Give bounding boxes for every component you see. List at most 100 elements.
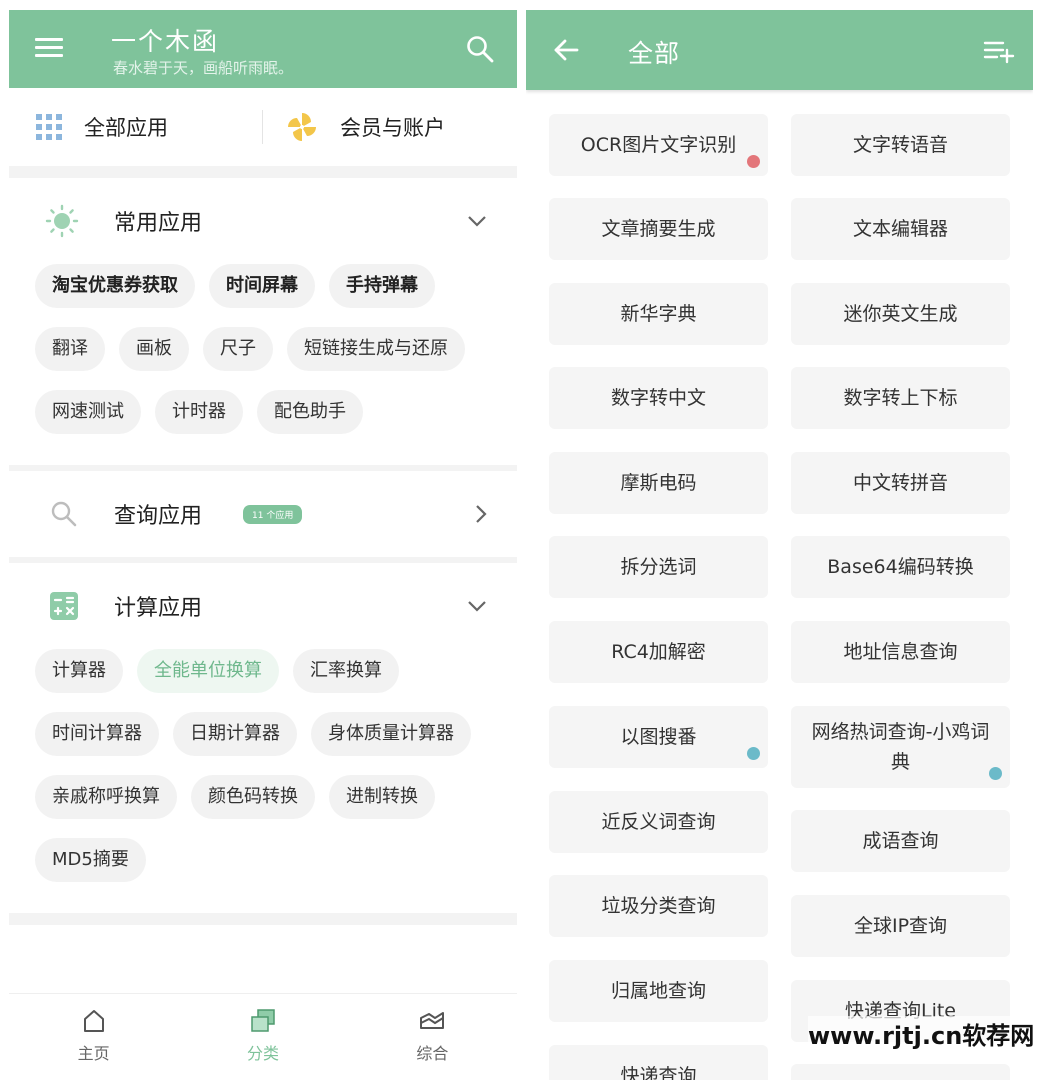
tag-relative-title[interactable]: 亲戚称呼换算 <box>35 775 177 819</box>
tag-color-code[interactable]: 颜色码转换 <box>191 775 315 819</box>
app-label: 快递查询 <box>620 1065 697 1080</box>
nav-general[interactable]: 综合 <box>348 994 517 1080</box>
app-synonyms[interactable]: 近反义词查询 <box>549 791 768 853</box>
app-ocr[interactable]: OCR图片文字识别 <box>549 114 768 176</box>
grid-icon <box>36 114 62 140</box>
section-common-header[interactable]: 常用应用 <box>9 178 517 264</box>
app-label: 归属地查询 <box>610 980 706 1002</box>
all-apps-label: 全部应用 <box>84 116 168 140</box>
all-apps-button[interactable]: 全部应用 <box>36 112 168 142</box>
app-summary[interactable]: 文章摘要生成 <box>549 198 768 260</box>
tag-calculator[interactable]: 计算器 <box>35 649 123 693</box>
tag-translate[interactable]: 翻译 <box>35 327 105 371</box>
tag-md5[interactable]: MD5摘要 <box>35 838 146 882</box>
app-hot-words[interactable]: 网络热词查询-小鸡词典 <box>791 706 1010 788</box>
app-title: 一个木函 <box>111 27 220 56</box>
app-pinyin[interactable]: 中文转拼音 <box>791 452 1010 514</box>
tag-handheld-barrage[interactable]: 手持弹幕 <box>329 264 435 308</box>
playlist-add-icon[interactable] <box>983 38 1015 64</box>
home-icon <box>83 1010 104 1032</box>
common-tag-list: 淘宝优惠券获取 时间屏幕 手持弹幕 翻译 画板 尺子 短链接生成与还原 网速测试… <box>9 264 517 465</box>
app-garbage-sort[interactable]: 垃圾分类查询 <box>549 875 768 937</box>
tag-speed-test[interactable]: 网速测试 <box>35 390 141 434</box>
tag-taobao-coupon[interactable]: 淘宝优惠券获取 <box>35 264 195 308</box>
app-subtitle: 春水碧于天，画船听雨眠。 <box>113 59 294 77</box>
member-account-label: 会员与账户 <box>340 116 445 140</box>
app-phone-location[interactable]: 归属地查询 <box>549 960 768 1022</box>
all-apps-header: 全部 <box>526 10 1033 90</box>
chevron-down-icon[interactable] <box>467 600 487 612</box>
app-label: 文字转语音 <box>852 134 948 156</box>
section-separator <box>9 166 517 178</box>
tag-bmi-calculator[interactable]: 身体质量计算器 <box>311 712 471 756</box>
tag-short-link[interactable]: 短链接生成与还原 <box>287 327 465 371</box>
app-num-to-chinese[interactable]: 数字转中文 <box>549 367 768 429</box>
tag-date-calculator[interactable]: 日期计算器 <box>173 712 297 756</box>
app-rc4[interactable]: RC4加解密 <box>549 621 768 683</box>
app-text-editor[interactable]: 文本编辑器 <box>791 198 1010 260</box>
pinwheel-icon <box>288 113 316 141</box>
tag-unit-conversion[interactable]: 全能单位换算 <box>137 649 279 693</box>
app-label: 成语查询 <box>862 830 939 852</box>
section-query-header[interactable]: 查询应用 11 个应用 <box>9 471 517 557</box>
tag-base-conversion[interactable]: 进制转换 <box>329 775 435 819</box>
nav-home[interactable]: 主页 <box>9 994 178 1080</box>
app-label: 中文转拼音 <box>852 472 948 494</box>
app-base64[interactable]: Base64编码转换 <box>791 536 1010 598</box>
status-dot <box>747 155 760 168</box>
nav-category-label: 分类 <box>246 1044 279 1063</box>
search-icon <box>51 501 77 527</box>
nav-general-label: 综合 <box>416 1044 449 1063</box>
app-address-lookup[interactable]: 地址信息查询 <box>791 621 1010 683</box>
page-title: 全部 <box>628 39 681 68</box>
app-label: 垃圾分类查询 <box>601 895 716 917</box>
status-dot <box>989 767 1002 780</box>
app-text-to-speech[interactable]: 文字转语音 <box>791 114 1010 176</box>
tag-drawing-board[interactable]: 画板 <box>119 327 189 371</box>
menu-icon[interactable] <box>35 38 63 58</box>
app-label: 拆分选词 <box>620 556 697 578</box>
chevron-right-icon[interactable] <box>475 504 487 524</box>
app-label: 近反义词查询 <box>601 811 716 833</box>
app-label: OCR图片文字识别 <box>580 134 737 156</box>
app-label: Base64编码转换 <box>827 556 974 578</box>
tag-time-calculator[interactable]: 时间计算器 <box>35 712 159 756</box>
app-label: 摩斯电码 <box>620 472 697 494</box>
app-anime-search[interactable]: 以图搜番 <box>549 706 768 768</box>
app-label: 以图搜番 <box>620 726 697 748</box>
tag-timer[interactable]: 计时器 <box>155 390 243 434</box>
section-title: 查询应用 <box>114 504 203 529</box>
tag-exchange-rate[interactable]: 汇率换算 <box>293 649 399 693</box>
app-mini-english[interactable]: 迷你英文生成 <box>791 283 1010 345</box>
app-label: 新华字典 <box>620 303 697 325</box>
app-express[interactable]: 快递查询 <box>549 1045 768 1080</box>
chart-wave-icon <box>420 1012 445 1029</box>
app-split-words[interactable]: 拆分选词 <box>549 536 768 598</box>
app-label: 网络热词查询-小鸡词典 <box>811 721 990 773</box>
tag-ruler[interactable]: 尺子 <box>203 327 273 371</box>
app-label: RC4加解密 <box>611 641 706 663</box>
app-header: 一个木函 春水碧于天，画船听雨眠。 <box>9 10 517 88</box>
chevron-down-icon[interactable] <box>467 215 487 227</box>
app-next[interactable] <box>791 1064 1010 1080</box>
member-account-button[interactable]: 会员与账户 <box>286 111 445 143</box>
tag-time-screen[interactable]: 时间屏幕 <box>209 264 315 308</box>
app-dictionary[interactable]: 新华字典 <box>549 283 768 345</box>
app-superscript[interactable]: 数字转上下标 <box>791 367 1010 429</box>
section-title: 常用应用 <box>114 211 203 236</box>
nav-category[interactable]: 分类 <box>178 994 347 1080</box>
section-calc-header[interactable]: 计算应用 <box>9 563 517 649</box>
tag-color-helper[interactable]: 配色助手 <box>257 390 363 434</box>
search-icon[interactable] <box>465 34 495 64</box>
section-title: 计算应用 <box>114 596 203 621</box>
app-label: 文本编辑器 <box>852 218 948 240</box>
app-morse[interactable]: 摩斯电码 <box>549 452 768 514</box>
app-label: 文章摘要生成 <box>601 218 716 240</box>
back-arrow-icon[interactable] <box>552 36 580 64</box>
app-ip-lookup[interactable]: 全球IP查询 <box>791 895 1010 957</box>
app-idiom[interactable]: 成语查询 <box>791 810 1010 872</box>
left-screen: 一个木函 春水碧于天，画船听雨眠。 全部应用 会员与账户 常用应用 淘宝优惠券获… <box>9 10 517 1080</box>
quick-bar: 全部应用 会员与账户 <box>9 88 517 166</box>
app-label: 地址信息查询 <box>843 641 958 663</box>
category-icon <box>251 1009 275 1032</box>
